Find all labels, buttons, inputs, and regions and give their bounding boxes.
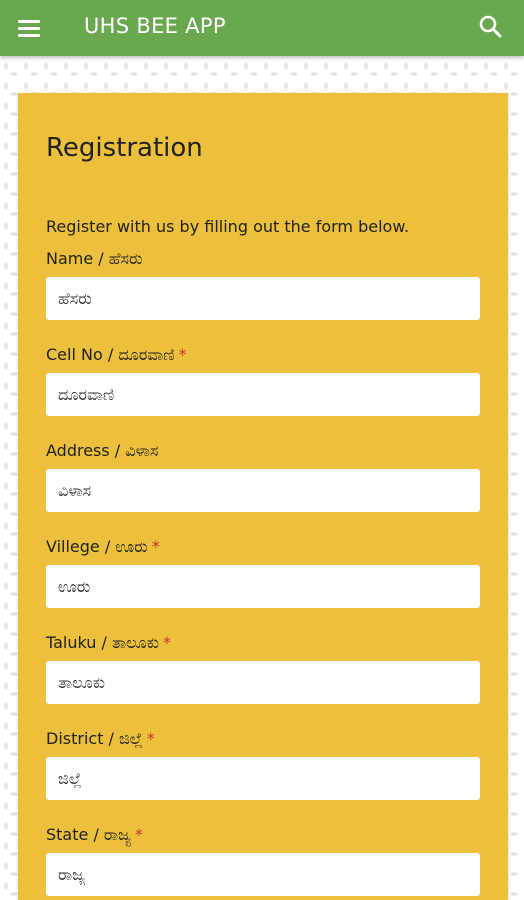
field-state: State / ರಾಜ್ಯ * [46,825,480,896]
label-text: Name / ಹೆಸರು [46,249,143,268]
field-label: Taluku / ತಾಲೂಕು * [46,633,480,657]
field-village: Villege / ಊರು * [46,537,480,608]
menu-line [18,26,40,30]
required-marker: * [146,729,155,748]
required-marker: * [135,825,143,844]
field-label: District / ಜಿಲ್ಲೆ * [46,729,480,753]
village-input[interactable] [46,565,480,608]
field-address: Address / ವಿಳಾಸ [46,441,480,512]
hamburger-menu-icon[interactable] [18,16,48,40]
menu-line [18,19,40,23]
field-cell-no: Cell No / ದೂರವಾಣಿ * [46,345,480,416]
cell-no-input[interactable] [46,373,480,416]
form-title: Registration [46,133,203,163]
field-label: Address / ವಿಳಾಸ [46,441,480,465]
name-input[interactable] [46,277,480,320]
label-text: Taluku / ತಾಲೂಕು [46,633,159,652]
label-text: Villege / ಊರು [46,537,148,556]
field-name: Name / ಹೆಸರು [46,249,480,320]
address-input[interactable] [46,469,480,512]
field-label: State / ರಾಜ್ಯ * [46,825,480,849]
app-bar: UHS BEE APP [0,0,524,56]
search-icon[interactable] [478,14,504,40]
state-input[interactable] [46,853,480,896]
field-label: Name / ಹೆಸರು [46,249,480,273]
app-title: UHS BEE APP [84,14,226,38]
label-text: State / ರಾಜ್ಯ [46,825,131,844]
required-marker: * [151,537,160,556]
field-district: District / ಜಿಲ್ಲೆ * [46,729,480,800]
field-label: Cell No / ದೂರವಾಣಿ * [46,345,480,369]
required-marker: * [178,345,187,364]
form-intro: Register with us by filling out the form… [46,217,410,236]
label-text: District / ಜಿಲ್ಲೆ [46,729,143,748]
field-label: Villege / ಊರು * [46,537,480,561]
registration-card: Registration Register with us by filling… [18,93,508,900]
label-text: Cell No / ದೂರವಾಣಿ [46,345,175,364]
required-marker: * [162,633,171,652]
menu-line [18,33,40,37]
label-text: Address / ವಿಳಾಸ [46,441,159,460]
field-taluku: Taluku / ತಾಲೂಕು * [46,633,480,704]
taluku-input[interactable] [46,661,480,704]
district-input[interactable] [46,757,480,800]
